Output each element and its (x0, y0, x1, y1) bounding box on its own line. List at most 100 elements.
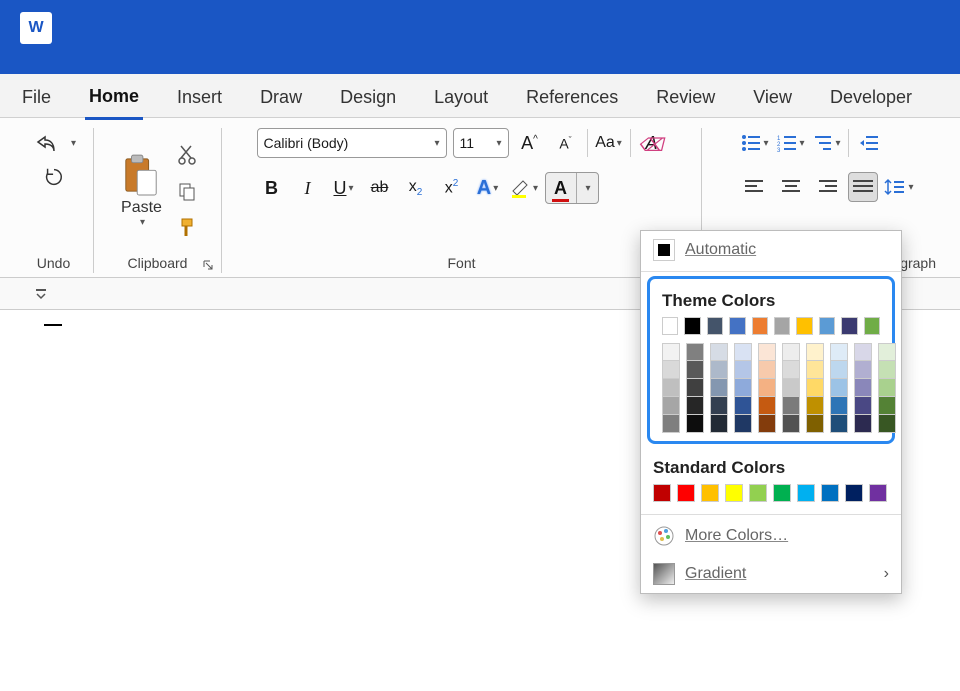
clear-formatting-button[interactable]: A⌫ (637, 128, 667, 158)
color-swatch[interactable] (749, 484, 767, 502)
color-swatch[interactable] (878, 415, 896, 433)
tab-review[interactable]: Review (652, 81, 719, 118)
color-swatch[interactable] (854, 379, 872, 397)
clipboard-dialog-launcher[interactable] (202, 259, 216, 273)
gradient-row[interactable]: Gradient › (641, 555, 901, 593)
justify-button[interactable] (848, 172, 878, 202)
color-swatch[interactable] (710, 379, 728, 397)
tab-file[interactable]: File (18, 81, 55, 118)
tab-view[interactable]: View (749, 81, 796, 118)
tab-layout[interactable]: Layout (430, 81, 492, 118)
color-swatch[interactable] (758, 343, 776, 361)
color-swatch[interactable] (710, 415, 728, 433)
color-swatch[interactable] (830, 343, 848, 361)
tab-references[interactable]: References (522, 81, 622, 118)
undo-button[interactable] (31, 128, 61, 158)
align-center-button[interactable] (776, 172, 806, 202)
font-size-dropdown[interactable]: 11 ▾ (453, 128, 509, 158)
color-swatch[interactable] (662, 343, 680, 361)
color-swatch[interactable] (686, 361, 704, 379)
color-swatch[interactable] (797, 484, 815, 502)
color-swatch[interactable] (806, 379, 824, 397)
font-name-dropdown[interactable]: Calibri (Body) ▾ (257, 128, 447, 158)
color-swatch[interactable] (869, 484, 887, 502)
color-swatch[interactable] (878, 397, 896, 415)
color-swatch[interactable] (662, 361, 680, 379)
italic-button[interactable]: I (293, 173, 323, 203)
repeat-button[interactable] (39, 162, 69, 192)
color-swatch[interactable] (684, 317, 700, 335)
more-colors-row[interactable]: More Colors… (641, 517, 901, 555)
subscript-button[interactable]: x2 (401, 173, 431, 203)
color-swatch[interactable] (878, 343, 896, 361)
bold-button[interactable]: B (257, 173, 287, 203)
color-swatch[interactable] (782, 361, 800, 379)
color-swatch[interactable] (758, 379, 776, 397)
color-swatch[interactable] (782, 415, 800, 433)
color-swatch[interactable] (686, 397, 704, 415)
color-swatch[interactable] (773, 484, 791, 502)
color-swatch[interactable] (686, 379, 704, 397)
color-swatch[interactable] (845, 484, 863, 502)
color-swatch[interactable] (782, 343, 800, 361)
align27-right-button[interactable] (812, 172, 842, 202)
strikethrough-button[interactable]: ab (365, 173, 395, 203)
color-swatch[interactable] (734, 415, 752, 433)
automatic-color-row[interactable]: Automatic (641, 231, 901, 269)
font-color-dropdown[interactable]: ▾ (576, 173, 598, 203)
chevron-down-icon[interactable]: ▾ (140, 217, 145, 228)
multilevel-list-button[interactable]: ▾ (812, 128, 842, 158)
color-swatch[interactable] (686, 343, 704, 361)
color-swatch[interactable] (734, 361, 752, 379)
color-swatch[interactable] (841, 317, 857, 335)
color-swatch[interactable] (830, 379, 848, 397)
color-swatch[interactable] (662, 379, 680, 397)
numbering-button[interactable]: 123 ▾ (776, 128, 806, 158)
color-swatch[interactable] (734, 379, 752, 397)
color-swatch[interactable] (710, 361, 728, 379)
color-swatch[interactable] (710, 343, 728, 361)
cut-button[interactable] (174, 142, 200, 168)
color-swatch[interactable] (653, 484, 671, 502)
color-swatch[interactable] (782, 379, 800, 397)
color-swatch[interactable] (734, 343, 752, 361)
color-swatch[interactable] (806, 343, 824, 361)
font-color-apply[interactable]: A (546, 173, 576, 203)
color-swatch[interactable] (854, 415, 872, 433)
color-swatch[interactable] (854, 343, 872, 361)
align-left-button[interactable] (740, 172, 770, 202)
color-swatch[interactable] (806, 361, 824, 379)
underline-button[interactable]: U▾ (329, 173, 359, 203)
color-swatch[interactable] (725, 484, 743, 502)
tab-insert[interactable]: Insert (173, 81, 226, 118)
color-swatch[interactable] (830, 397, 848, 415)
color-swatch[interactable] (752, 317, 768, 335)
color-swatch[interactable] (662, 397, 680, 415)
change-case-button[interactable]: Aa▾ (594, 128, 624, 158)
color-swatch[interactable] (734, 397, 752, 415)
color-swatch[interactable] (819, 317, 835, 335)
shrink-font-button[interactable]: Aˇ (551, 128, 581, 158)
color-swatch[interactable] (806, 415, 824, 433)
bullets-button[interactable]: ▾ (740, 128, 770, 158)
color-swatch[interactable] (830, 415, 848, 433)
tab-home[interactable]: Home (85, 80, 143, 120)
text-effects-button[interactable]: A ▾ (473, 173, 503, 203)
color-swatch[interactable] (758, 397, 776, 415)
color-swatch[interactable] (806, 397, 824, 415)
tab-design[interactable]: Design (336, 81, 400, 118)
color-swatch[interactable] (854, 397, 872, 415)
color-swatch[interactable] (878, 379, 896, 397)
color-swatch[interactable] (710, 397, 728, 415)
color-swatch[interactable] (878, 361, 896, 379)
tab-draw[interactable]: Draw (256, 81, 306, 118)
color-swatch[interactable] (864, 317, 880, 335)
decrease-indent-button[interactable] (855, 128, 885, 158)
format-painter-button[interactable] (174, 214, 200, 240)
tab-developer[interactable]: Developer (826, 81, 916, 118)
color-swatch[interactable] (677, 484, 695, 502)
font-color-split-button[interactable]: A ▾ (545, 172, 599, 204)
grow-font-button[interactable]: A^ (515, 128, 545, 158)
color-swatch[interactable] (729, 317, 745, 335)
color-swatch[interactable] (686, 415, 704, 433)
